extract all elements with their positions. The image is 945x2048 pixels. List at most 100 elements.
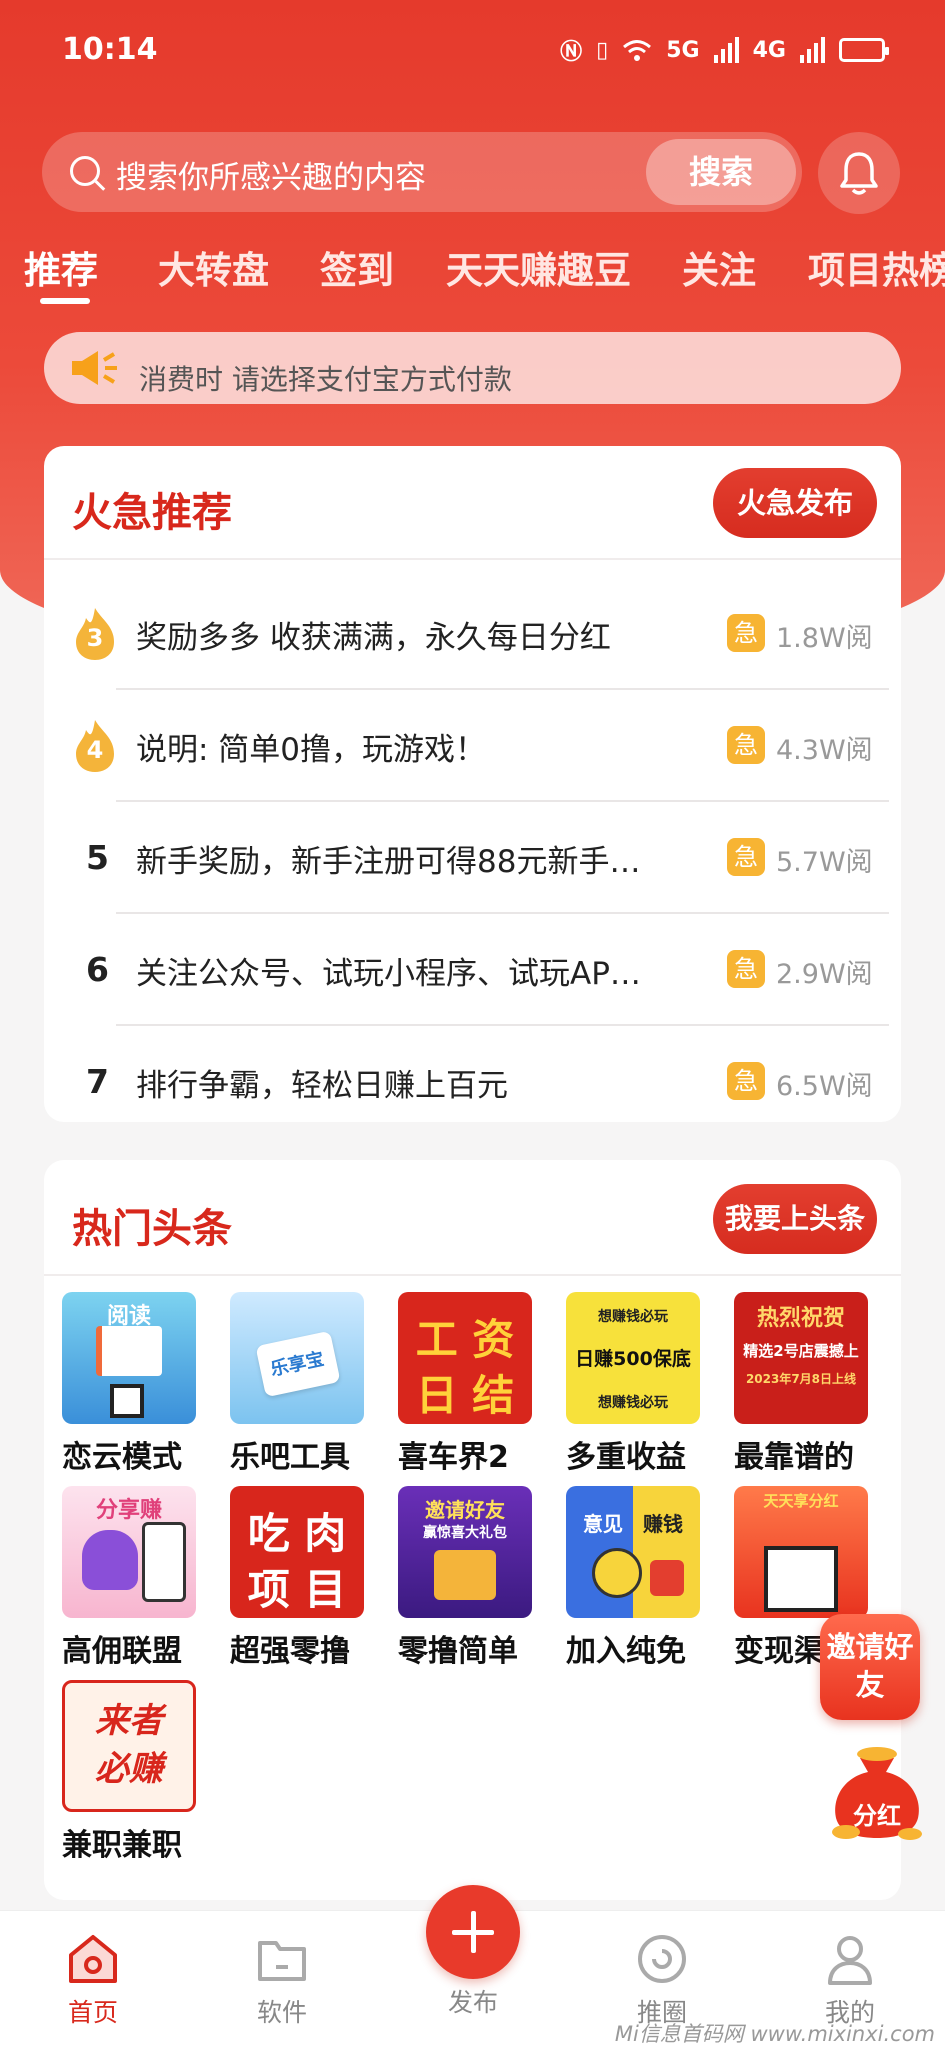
- dividend-button[interactable]: 分红: [822, 1744, 932, 1844]
- battery-icon: [839, 38, 889, 62]
- tab-checkin[interactable]: 签到: [320, 240, 394, 294]
- invite-friends-button[interactable]: 邀请好友: [820, 1614, 920, 1720]
- tile-caption: 赚钱: [643, 1512, 683, 1536]
- hot-list-item[interactable]: 4 说明: 简单0撸，玩游戏！ 急 4.3W阅: [44, 690, 901, 802]
- tab-follow[interactable]: 关注: [682, 240, 756, 294]
- nav-circle[interactable]: 推圈: [602, 1931, 722, 2029]
- headline-item[interactable]: 工 资 日 结 喜车界2: [398, 1292, 532, 1476]
- tile-caption: 分享赚: [95, 1498, 162, 1523]
- urgent-publish-button[interactable]: 火急发布: [713, 468, 877, 538]
- read-count: 2.9W阅: [776, 959, 873, 990]
- tile-caption: 邀请好友: [425, 1498, 505, 1522]
- nav-publish-label[interactable]: 发布: [413, 1983, 533, 2019]
- headline-label: 恋云模式: [62, 1440, 182, 1475]
- headline-label: 乐吧工具: [230, 1440, 350, 1475]
- post-headline-button[interactable]: 我要上头条: [713, 1184, 877, 1254]
- tile-caption: 2023年7月8日上线: [745, 1372, 857, 1386]
- wifi-icon: [623, 40, 652, 61]
- headline-item[interactable]: 分享赚 高佣联盟: [62, 1486, 196, 1670]
- headline-thumbnail: 阅读: [62, 1292, 196, 1424]
- publish-button[interactable]: [426, 1885, 520, 1979]
- rank-number: 3: [86, 624, 104, 652]
- tile-caption: 日 结: [415, 1371, 515, 1420]
- search-button[interactable]: 搜索: [646, 139, 796, 205]
- hot-headlines-card: 热门头条 我要上头条 阅读 恋云模式 乐享宝 乐吧工具 工 资 日 结 喜车界2…: [44, 1160, 901, 1900]
- notice-text: 消费时 请选择支付宝方式付款: [139, 363, 512, 396]
- hot-list-item[interactable]: 7 排行争霸，轻松日赚上百元 急 6.5W阅: [44, 1026, 901, 1122]
- search-input[interactable]: 搜索你所感兴趣的内容: [116, 152, 426, 197]
- headline-thumbnail: 吃 肉 项 目: [230, 1486, 364, 1618]
- search-bar[interactable]: 搜索你所感兴趣的内容 搜索: [42, 132, 802, 212]
- headline-item[interactable]: 意见 赚钱 加入纯免: [566, 1486, 700, 1670]
- headline-item[interactable]: 邀请好友 赢惊喜大礼包 零撸简单: [398, 1486, 532, 1670]
- hot-recommend-title: 火急推荐: [72, 490, 232, 536]
- status-time: 10:14: [62, 32, 158, 67]
- category-tabs: 推荐 大转盘 签到 天天赚趣豆 关注 项目热榜: [0, 240, 945, 310]
- headline-thumbnail: 邀请好友 赢惊喜大礼包: [398, 1486, 532, 1618]
- headline-thumbnail: 乐享宝: [230, 1292, 364, 1424]
- tile-caption: 项 目: [247, 1565, 347, 1614]
- tile-caption: 赢惊喜大礼包: [423, 1525, 507, 1541]
- hot-list-item[interactable]: 5 新手奖励，新手注册可得88元新手红包 急 5.7W阅: [44, 802, 901, 914]
- notice-bar[interactable]: 消费时 请选择支付宝方式付款: [44, 332, 901, 404]
- tile-caption: 来者: [95, 1701, 163, 1741]
- headline-thumbnail: 天天享分红: [734, 1486, 868, 1618]
- item-title: 说明: 简单0撸，玩游戏！: [136, 732, 487, 768]
- headline-label: 高佣联盟: [62, 1634, 182, 1669]
- headline-label: 多重收益: [566, 1440, 686, 1475]
- tile-caption: 工 资: [415, 1315, 515, 1364]
- headline-thumbnail: 来者 必赚: [62, 1680, 196, 1812]
- headline-thumbnail: 意见 赚钱: [566, 1486, 700, 1618]
- hot-headlines-title: 热门头条: [72, 1206, 232, 1252]
- tab-daily-beans[interactable]: 天天赚趣豆: [446, 240, 631, 294]
- signal-4g-label: 4G: [752, 37, 786, 63]
- headline-item[interactable]: 想赚钱必玩 日赚500保底 想赚钱必玩 多重收益: [566, 1292, 700, 1476]
- nav-software-label: 软件: [256, 1998, 307, 2027]
- status-bar: 10:14 Ⓝ ▯ 5G 4G: [0, 0, 945, 100]
- tab-hot-list[interactable]: 项目热榜: [808, 240, 945, 294]
- nav-home[interactable]: 首页: [33, 1931, 153, 2029]
- nav-mine[interactable]: 我的: [790, 1931, 910, 2029]
- tab-recommend[interactable]: 推荐: [24, 240, 98, 294]
- bell-icon: [840, 152, 878, 195]
- headline-label: 超强零撸: [230, 1634, 350, 1669]
- signal-5g-icon: [713, 37, 739, 63]
- rank-number: 7: [86, 1062, 109, 1101]
- headline-item[interactable]: 吃 肉 项 目 超强零撸: [230, 1486, 364, 1670]
- dividend-label: 分红: [853, 1802, 901, 1830]
- item-title: 关注公众号、试玩小程序、试玩APP…: [136, 956, 656, 992]
- urgent-badge: 急: [727, 726, 765, 764]
- signal-4g-icon: [800, 37, 825, 63]
- divider: [44, 558, 901, 560]
- tile-caption: 想赚钱必玩: [598, 1309, 668, 1325]
- headline-item[interactable]: 阅读 恋云模式: [62, 1292, 196, 1476]
- headline-item[interactable]: 来者 必赚 兼职兼职: [62, 1680, 196, 1864]
- hot-list-item[interactable]: 3 奖励多多 收获满满，永久每日分红 急 1.8W阅: [44, 578, 901, 690]
- headline-item[interactable]: 乐享宝 乐吧工具: [230, 1292, 364, 1476]
- urgent-badge: 急: [727, 950, 765, 988]
- tile-caption: 吃 肉: [247, 1509, 347, 1558]
- speaker-icon: [72, 351, 117, 385]
- headline-thumbnail: 分享赚: [62, 1486, 196, 1618]
- signal-5g-label: 5G: [666, 37, 700, 63]
- nav-software[interactable]: 软件: [222, 1931, 342, 2029]
- headline-thumbnail: 热烈祝贺 精选2号店震撼上 2023年7月8日上线: [734, 1292, 868, 1424]
- tile-caption: 想赚钱必玩: [598, 1395, 668, 1411]
- headline-label: 兼职兼职: [62, 1828, 182, 1863]
- tile-caption: 热烈祝贺: [756, 1306, 845, 1331]
- hot-list-item[interactable]: 6 关注公众号、试玩小程序、试玩APP… 急 2.9W阅: [44, 914, 901, 1026]
- rank-number: 6: [86, 950, 109, 989]
- vibrate-icon: ▯: [596, 37, 609, 63]
- headline-thumbnail: 想赚钱必玩 日赚500保底 想赚钱必玩: [566, 1292, 700, 1424]
- tab-wheel[interactable]: 大转盘: [158, 240, 269, 294]
- tile-caption: 必赚: [95, 1749, 163, 1789]
- notification-button[interactable]: [818, 132, 900, 214]
- headline-label: 最靠谱的: [734, 1440, 854, 1475]
- hot-recommend-card: 火急推荐 火急发布 3 奖励多多 收获满满，永久每日分红 急 1.8W阅 4 说…: [44, 446, 901, 1122]
- item-title: 排行争霸，轻松日赚上百元: [136, 1068, 508, 1104]
- item-title: 新手奖励，新手注册可得88元新手红包: [136, 844, 656, 880]
- nav-home-label: 首页: [67, 1998, 118, 2027]
- divider: [44, 1274, 901, 1276]
- read-count: 6.5W阅: [776, 1071, 873, 1102]
- headline-item[interactable]: 热烈祝贺 精选2号店震撼上 2023年7月8日上线 最靠谱的: [734, 1292, 868, 1476]
